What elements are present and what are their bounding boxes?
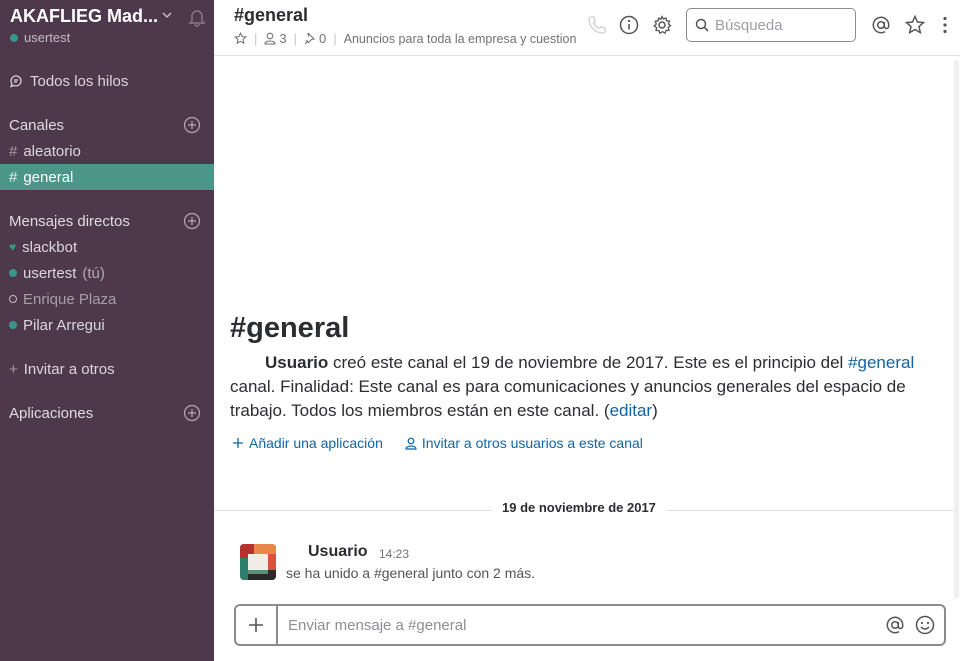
- avatar-image: [240, 544, 276, 580]
- phone-icon[interactable]: [586, 14, 608, 36]
- bell-icon[interactable]: [186, 6, 208, 28]
- channel-link[interactable]: #general: [848, 353, 914, 372]
- hash-icon: #: [9, 168, 18, 186]
- threads-icon: [9, 75, 22, 88]
- star-icon[interactable]: [904, 14, 926, 36]
- invite-others-link[interactable]: + Invitar a otros: [0, 356, 214, 382]
- sidebar-item-pilar-arregui[interactable]: Pilar Arregui: [0, 312, 214, 338]
- message-composer: [234, 604, 946, 646]
- channels-header[interactable]: Canales: [0, 112, 214, 138]
- channel-intro-text: Usuario creó este canal el 19 de noviemb…: [230, 351, 930, 423]
- current-user[interactable]: usertest: [10, 30, 70, 45]
- section-label: Aplicaciones: [9, 404, 94, 422]
- section-label: Mensajes directos: [9, 212, 130, 230]
- channel-purpose[interactable]: Anuncios para toda la empresa y cuestion: [344, 32, 576, 46]
- current-username: usertest: [24, 30, 71, 45]
- sidebar: AKAFLIEG Mad... usertest Todos los hilos…: [0, 0, 214, 661]
- channel-header: #general | 3 | 0 | Anuncios para toda la…: [214, 0, 960, 56]
- message-body: se ha unido a #general junto con 2 más.: [286, 565, 536, 581]
- apps-header[interactable]: Aplicaciones: [0, 400, 214, 426]
- you-suffix: (tú): [82, 264, 105, 282]
- sidebar-item-general[interactable]: # general: [0, 164, 214, 190]
- sidebar-item-aleatorio[interactable]: # aleatorio: [0, 138, 214, 164]
- invite-label: Invitar a otros: [23, 360, 115, 378]
- channel-meta: | 3 | 0 | Anuncios para toda la empresa …: [234, 31, 576, 46]
- mentions-icon[interactable]: [870, 14, 892, 36]
- info-icon[interactable]: [618, 14, 640, 36]
- attach-button[interactable]: [236, 606, 278, 644]
- day-divider-label: 19 de noviembre de 2017: [492, 500, 666, 515]
- members-count[interactable]: 3: [279, 31, 286, 46]
- message-input[interactable]: [278, 616, 884, 634]
- chevron-down-icon: [162, 12, 172, 19]
- gear-icon[interactable]: [651, 14, 673, 36]
- add-app-link[interactable]: Añadir una aplicación: [232, 435, 383, 451]
- presence-online-icon: [9, 321, 17, 329]
- presence-away-icon: [9, 295, 17, 303]
- direct-messages-header[interactable]: Mensajes directos: [0, 208, 214, 234]
- sidebar-item-enrique-plaza[interactable]: Enrique Plaza: [0, 286, 214, 312]
- plus-icon: [249, 618, 263, 632]
- channel-title[interactable]: #general: [234, 5, 308, 26]
- intro-text-part: ): [652, 401, 658, 420]
- presence-online-icon: [9, 269, 17, 277]
- star-icon[interactable]: [234, 32, 247, 45]
- intro-text-part: creó este canal el 19 de noviembre de 20…: [328, 353, 849, 372]
- intro-actions: Añadir una aplicación Invitar a otros us…: [232, 435, 665, 451]
- channel-label: aleatorio: [23, 142, 81, 160]
- pins-count[interactable]: 0: [319, 31, 326, 46]
- search-input[interactable]: [715, 16, 845, 34]
- search-icon: [695, 18, 709, 32]
- sidebar-item-label: Todos los hilos: [30, 72, 129, 90]
- sidebar-item-all-threads[interactable]: Todos los hilos: [0, 68, 214, 94]
- dm-label: Enrique Plaza: [23, 290, 117, 308]
- message-timestamp[interactable]: 14:23: [379, 547, 409, 561]
- channel-intro-title: #general: [230, 312, 350, 344]
- add-app-label: Añadir una aplicación: [249, 435, 383, 451]
- presence-online-icon: [10, 33, 18, 42]
- mention-icon[interactable]: [884, 614, 906, 636]
- scrollbar[interactable]: [954, 60, 959, 598]
- team-menu[interactable]: AKAFLIEG Mad...: [10, 6, 210, 28]
- plus-icon: +: [9, 360, 18, 378]
- add-app-icon[interactable]: [183, 404, 201, 422]
- member-icon[interactable]: [264, 32, 276, 45]
- heart-icon: ♥: [9, 240, 17, 254]
- invite-users-label: Invitar a otros usuarios a este canal: [421, 435, 643, 451]
- search-box[interactable]: [686, 8, 856, 42]
- pin-icon[interactable]: [304, 32, 316, 45]
- channel-label: general: [23, 168, 74, 186]
- user-icon: [405, 437, 417, 450]
- more-vertical-icon[interactable]: [934, 14, 956, 36]
- avatar[interactable]: [240, 544, 276, 580]
- emoji-icon[interactable]: [914, 614, 936, 636]
- plus-icon: [233, 438, 243, 448]
- dm-label: usertest: [23, 264, 77, 282]
- edit-purpose-link[interactable]: editar: [610, 401, 653, 420]
- dm-label: slackbot: [22, 238, 78, 256]
- section-label: Canales: [9, 116, 65, 134]
- team-name[interactable]: AKAFLIEG Mad...: [10, 6, 158, 27]
- add-dm-icon[interactable]: [183, 212, 201, 230]
- intro-text-part: canal. Finalidad: Este canal es para com…: [230, 377, 906, 420]
- invite-users-link[interactable]: Invitar a otros usuarios a este canal: [405, 435, 643, 451]
- sidebar-item-slackbot[interactable]: ♥ slackbot: [0, 234, 214, 260]
- add-channel-icon[interactable]: [183, 116, 201, 134]
- sidebar-item-usertest[interactable]: usertest (tú): [0, 260, 214, 286]
- hash-icon: #: [9, 142, 18, 160]
- dm-label: Pilar Arregui: [23, 316, 105, 334]
- creator-user-link[interactable]: Usuario: [265, 353, 328, 372]
- message-author[interactable]: Usuario: [308, 543, 368, 561]
